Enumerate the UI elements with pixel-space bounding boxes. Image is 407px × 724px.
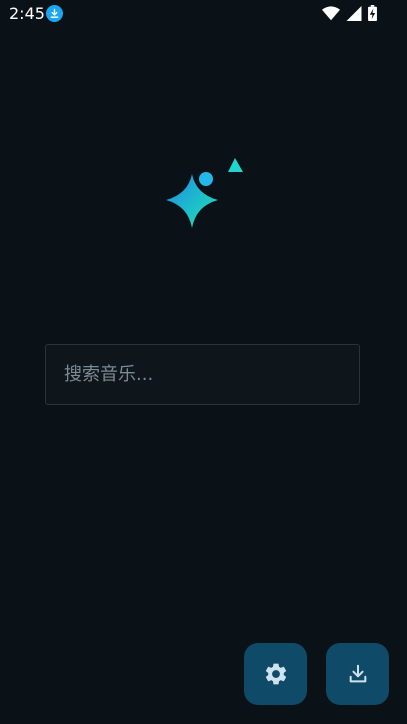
settings-button[interactable] [244,643,307,705]
download-icon [349,664,366,683]
battery-charging-icon [368,5,377,21]
app-logo [166,158,243,228]
system-icons [322,5,377,21]
status-bar: 2:45 [0,0,407,28]
wifi-icon [322,5,340,20]
download-notification-icon [46,5,63,22]
download-button[interactable] [326,643,389,705]
search-box[interactable] [45,344,360,405]
status-time: 2:45 [9,4,45,23]
signal-icon [346,5,362,21]
gear-icon [265,663,286,685]
search-input[interactable] [46,364,359,385]
